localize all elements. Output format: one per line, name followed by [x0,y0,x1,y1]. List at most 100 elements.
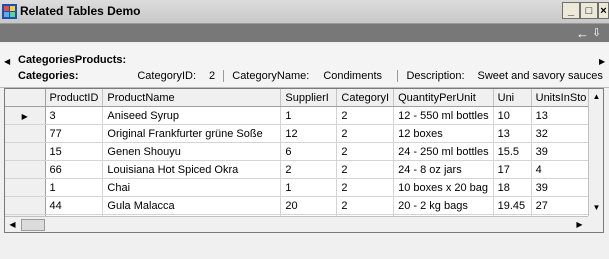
table-cell[interactable]: 1 [45,178,104,197]
table-cell[interactable]: 2 [281,233,337,234]
table-cell[interactable]: Chef Anton's Gumbo Mix [103,233,281,234]
table-row[interactable]: 1 Chai 1 2 10 boxes x 20 bag 18 39 [5,178,594,197]
field-label-description: Description: [406,70,465,82]
table-cell[interactable]: 2 [336,160,395,179]
table-cell[interactable]: 39 [531,178,594,197]
column-header[interactable]: QuantityPerUnit [393,89,494,107]
table-cell[interactable]: 12 - 550 ml bottles [393,106,494,125]
app-window: Related Tables Demo _ □ × ← ⇩ ◀ Categori… [0,0,609,259]
current-row-icon: ▶ [21,111,28,121]
table-row[interactable]: 5Chef Anton's Gumbo Mix2236 boxes21.350 [5,233,593,234]
table-cell[interactable]: 4 [531,160,594,179]
row-header[interactable]: ▶ [5,106,46,125]
table-cell[interactable]: 13 [531,106,594,125]
table-cell[interactable]: 27 [531,196,594,215]
row-header[interactable] [5,178,46,197]
column-header[interactable]: UnitsInSto [531,89,594,107]
table-cell[interactable]: 2 [336,124,395,143]
horizontal-scroll-thumb[interactable] [21,219,45,231]
table-row[interactable]: 44 Gula Malacca 20 2 20 - 2 kg bags 19.45 27 [5,196,594,215]
table-row[interactable]: 15 Genen Shouyu 6 2 24 - 250 ml bottles 15.5 3… [5,142,594,161]
table-cell[interactable]: 24 - 8 oz jars [393,160,494,179]
table-cell[interactable]: 3 [45,106,104,125]
table-row[interactable]: 77 Original Frankfurter grüne Soße 12 2 12 b… [5,124,594,143]
navigate-menu-icon[interactable]: ⇩ [592,26,601,39]
row-header[interactable] [5,196,46,215]
table-cell[interactable]: 77 [45,124,104,143]
table-cell[interactable]: 17 [493,160,532,179]
table-cell[interactable]: Aniseed Syrup [102,106,282,125]
field-value-category-name: Condiments [323,70,383,82]
table-cell[interactable]: 18 [493,178,532,197]
column-header[interactable]: CategoryI [336,89,395,107]
table-cell[interactable]: 2 [280,160,338,179]
row-header[interactable] [5,142,46,161]
table-cell[interactable]: 13 [493,124,532,143]
maximize-button[interactable]: □ [580,2,598,19]
table-cell[interactable]: 36 boxes [394,233,494,234]
table-cell[interactable]: 66 [45,160,104,179]
table-cell[interactable]: 44 [45,196,104,215]
column-header[interactable]: ProductName [102,89,282,107]
column-header[interactable]: ProductID [45,89,104,107]
column-header[interactable]: SupplierI [280,89,338,107]
vertical-scrollbar[interactable]: ▲ ▼ [588,89,603,216]
products-grid[interactable]: ProductID ProductName SupplierI Category… [4,88,604,233]
table-cell[interactable]: Louisiana Hot Spiced Okra [102,160,282,179]
table-cell[interactable]: 20 [280,196,338,215]
table-cell[interactable]: Gula Malacca [102,196,282,215]
table-cell[interactable]: 39 [531,142,594,161]
table-cell[interactable]: 12 boxes [393,124,494,143]
scroll-right-arrow-icon[interactable]: ▶ [599,57,605,66]
row-header[interactable] [5,233,45,234]
table-cell[interactable]: 2 [336,106,395,125]
table-cell[interactable]: 15.5 [493,142,532,161]
horizontal-scrollbar[interactable]: ◀ ▶ [5,216,588,232]
table-cell[interactable]: 10 boxes x 20 bag [393,178,494,197]
field-label-category-name: CategoryName: [232,70,310,82]
app-icon [2,4,17,19]
table-cell[interactable]: 19.45 [493,196,532,215]
row-header[interactable] [5,160,46,179]
table-cell[interactable]: 2 [336,142,395,161]
products-table: ProductID ProductName SupplierI Category… [5,89,594,234]
table-cell[interactable]: 12 [280,124,338,143]
scroll-left-icon[interactable]: ◀ [5,217,20,232]
column-header[interactable]: Uni [493,89,532,107]
field-value-description: Sweet and savory sauces [477,70,603,82]
close-button[interactable]: × [598,2,609,19]
table-row[interactable]: ▶ 3 Aniseed Syrup 1 2 12 - 550 ml bottles 10 13 [5,106,594,125]
table-cell[interactable]: 21.35 [493,233,531,234]
scroll-left-arrow-icon[interactable]: ◀ [4,57,10,66]
minimize-button[interactable]: _ [562,2,580,19]
table-cell[interactable]: 1 [280,106,338,125]
table-cell[interactable]: 15 [45,142,104,161]
table-cell[interactable]: 24 - 250 ml bottles [393,142,494,161]
table-cell[interactable]: 20 - 2 kg bags [393,196,494,215]
table-cell[interactable]: Genen Shouyu [102,142,282,161]
table-cell[interactable]: 1 [280,178,338,197]
table-cell[interactable]: Chai [102,178,282,197]
table-cell[interactable]: 5 [45,233,103,234]
table-cell[interactable]: 2 [336,196,395,215]
table-cell[interactable]: 0 [531,233,593,234]
table-cell[interactable]: 32 [531,124,594,143]
field-value-category-id: 2 [209,70,216,82]
scroll-up-icon[interactable]: ▲ [589,89,603,104]
table-cell[interactable]: 10 [493,106,532,125]
title-bar[interactable]: Related Tables Demo _ □ × [0,0,609,24]
parent-row-values: Categories: CategoryID: 2 CategoryName: … [18,70,603,83]
row-header[interactable] [5,124,46,143]
field-label-category-id: CategoryID: [137,70,197,82]
table-cell[interactable]: 2 [337,233,394,234]
scroll-down-icon[interactable]: ▼ [589,200,603,215]
back-arrow-icon[interactable]: ← [576,26,589,41]
table-cell[interactable]: Original Frankfurter grüne Soße [102,124,282,143]
table-cell[interactable]: 6 [280,142,338,161]
scroll-right-icon[interactable]: ▶ [572,217,587,232]
table-row[interactable]: 66 Louisiana Hot Spiced Okra 2 2 24 - 8 oz j… [5,160,594,179]
scrollbar-corner [588,216,603,232]
table-cell[interactable]: 2 [336,178,395,197]
parent-table-label: Categories: [18,70,79,82]
relation-name: CategoriesProducts: [18,54,127,66]
